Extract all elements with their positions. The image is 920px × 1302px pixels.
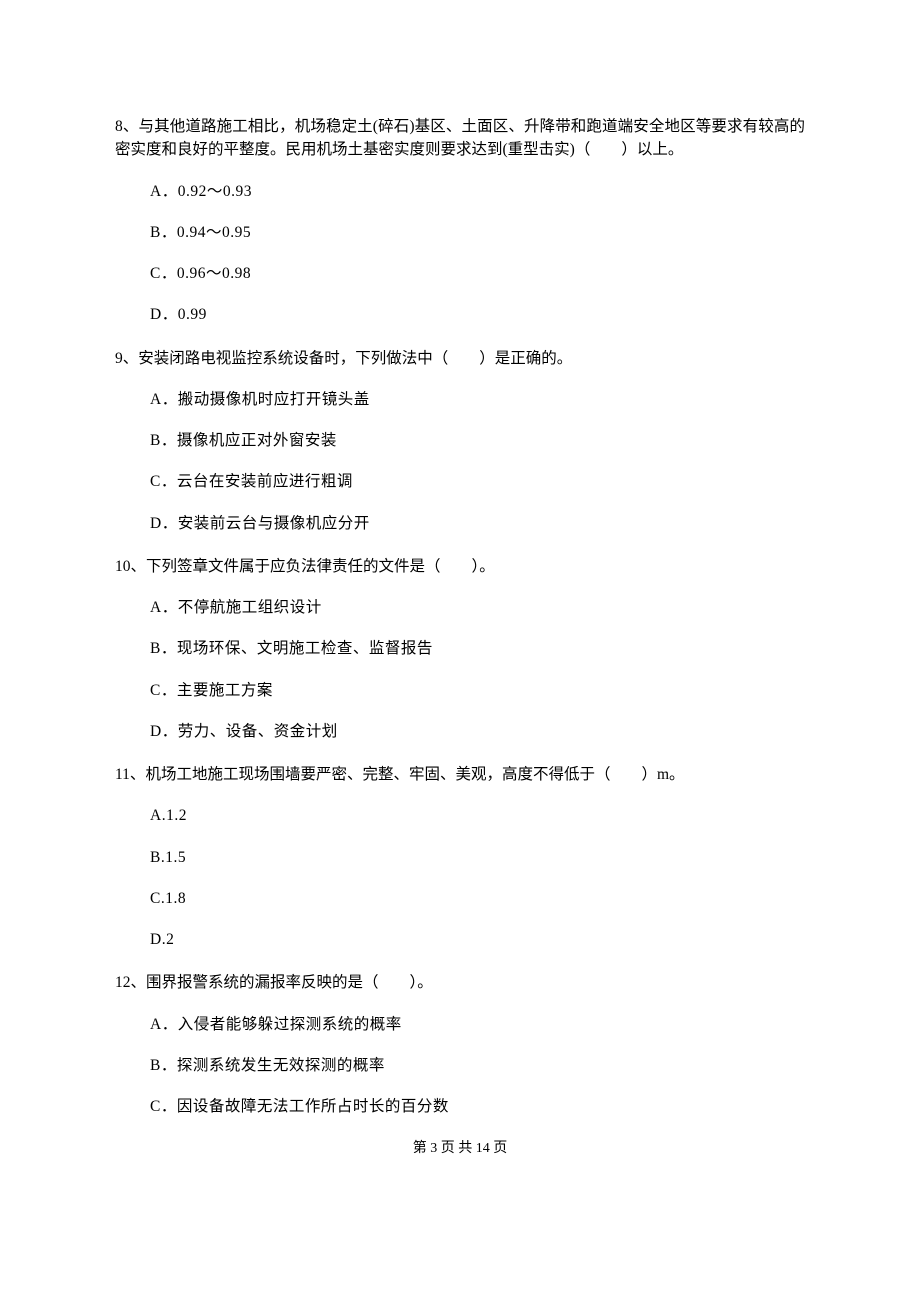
- question-number: 12、: [115, 974, 146, 991]
- option-a: A．入侵者能够躲过探测系统的概率: [150, 1013, 805, 1036]
- option-d: D.2: [150, 928, 805, 951]
- option-d: D．0.99: [150, 303, 805, 326]
- question-number: 10、: [115, 558, 146, 575]
- question-body: 安装闭路电视监控系统设备时，下列做法中（ ）是正确的。: [138, 350, 572, 367]
- option-c: C．主要施工方案: [150, 679, 805, 702]
- option-c: C．因设备故障无法工作所占时长的百分数: [150, 1095, 805, 1118]
- question-8: 8、与其他道路施工相比，机场稳定土(碎石)基区、土面区、升降带和跑道端安全地区等…: [115, 115, 805, 327]
- option-d: D．劳力、设备、资金计划: [150, 720, 805, 743]
- question-12: 12、围界报警系统的漏报率反映的是（ ）。 A．入侵者能够躲过探测系统的概率 B…: [115, 971, 805, 1118]
- question-text: 9、安装闭路电视监控系统设备时，下列做法中（ ）是正确的。: [115, 347, 805, 370]
- option-d: D．安装前云台与摄像机应分开: [150, 512, 805, 535]
- question-body: 与其他道路施工相比，机场稳定土(碎石)基区、土面区、升降带和跑道端安全地区等要求…: [115, 118, 805, 158]
- question-text: 12、围界报警系统的漏报率反映的是（ ）。: [115, 971, 805, 994]
- option-b: B．0.94～0.95: [150, 221, 805, 244]
- page-footer: 第 3 页 共 14 页: [115, 1138, 805, 1159]
- question-number: 9、: [115, 350, 138, 367]
- option-a: A．0.92～0.93: [150, 180, 805, 203]
- option-b: B．摄像机应正对外窗安装: [150, 429, 805, 452]
- option-a: A.1.2: [150, 804, 805, 827]
- question-number: 11、: [115, 766, 145, 783]
- question-body: 机场工地施工现场围墙要严密、完整、牢固、美观，高度不得低于（ ）m。: [145, 766, 684, 783]
- question-text: 10、下列签章文件属于应负法律责任的文件是（ ）。: [115, 555, 805, 578]
- option-a: A．不停航施工组织设计: [150, 596, 805, 619]
- question-number: 8、: [115, 118, 139, 135]
- option-b: B．探测系统发生无效探测的概率: [150, 1054, 805, 1077]
- question-text: 11、机场工地施工现场围墙要严密、完整、牢固、美观，高度不得低于（ ）m。: [115, 763, 805, 786]
- question-body: 围界报警系统的漏报率反映的是（ ）。: [146, 974, 433, 991]
- question-11: 11、机场工地施工现场围墙要严密、完整、牢固、美观，高度不得低于（ ）m。 A.…: [115, 763, 805, 951]
- question-10: 10、下列签章文件属于应负法律责任的文件是（ ）。 A．不停航施工组织设计 B．…: [115, 555, 805, 743]
- option-c: C．云台在安装前应进行粗调: [150, 470, 805, 493]
- question-body: 下列签章文件属于应负法律责任的文件是（ ）。: [146, 558, 495, 575]
- option-c: C．0.96～0.98: [150, 262, 805, 285]
- document-page: 8、与其他道路施工相比，机场稳定土(碎石)基区、土面区、升降带和跑道端安全地区等…: [0, 0, 920, 1302]
- option-a: A．搬动摄像机时应打开镜头盖: [150, 388, 805, 411]
- option-b: B.1.5: [150, 846, 805, 869]
- question-9: 9、安装闭路电视监控系统设备时，下列做法中（ ）是正确的。 A．搬动摄像机时应打…: [115, 347, 805, 535]
- option-b: B．现场环保、文明施工检查、监督报告: [150, 637, 805, 660]
- question-text: 8、与其他道路施工相比，机场稳定土(碎石)基区、土面区、升降带和跑道端安全地区等…: [115, 115, 805, 162]
- option-c: C.1.8: [150, 887, 805, 910]
